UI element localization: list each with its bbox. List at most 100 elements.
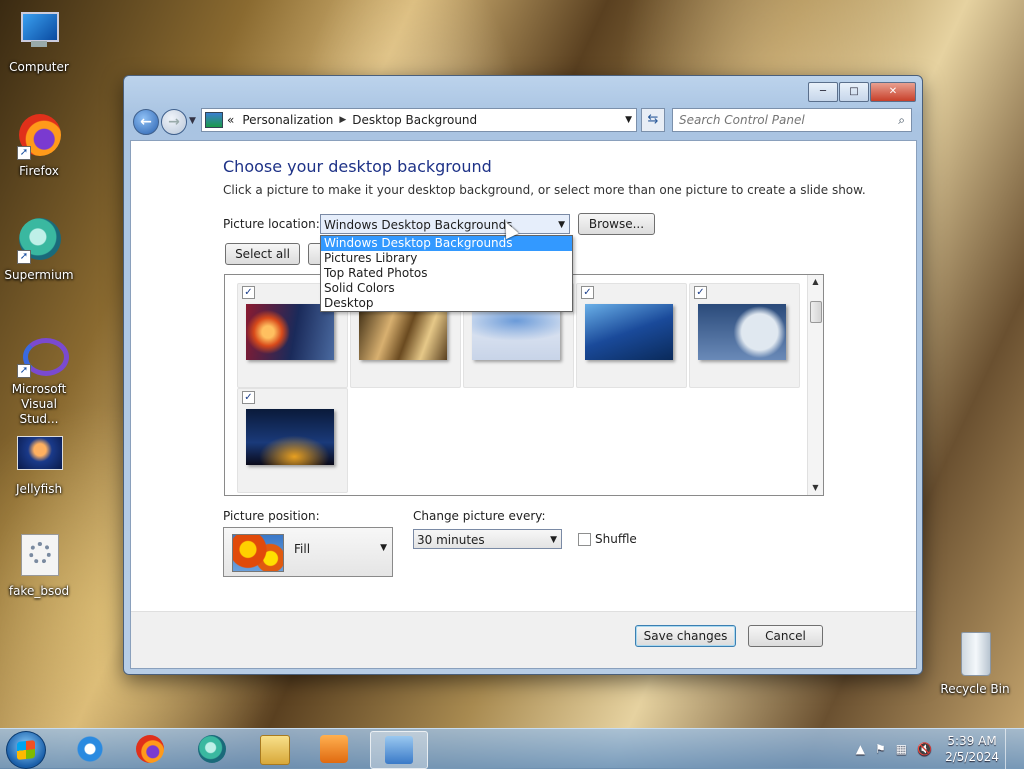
dialog-footer: Save changes Cancel (131, 611, 916, 668)
dropdown-option[interactable]: Windows Desktop Backgrounds (321, 236, 572, 251)
taskbar-media-player[interactable] (306, 731, 362, 767)
address-dropdown-icon[interactable]: ▼ (625, 115, 632, 125)
chevron-down-icon: ▼ (558, 220, 565, 230)
taskbar-control-panel[interactable] (370, 731, 428, 769)
picture-location-select[interactable]: Windows Desktop Backgrounds ▼ (320, 214, 570, 234)
thumbnail-checkbox[interactable]: ✓ (694, 286, 707, 299)
select-all-button[interactable]: Select all (225, 243, 300, 265)
media-player-icon (320, 735, 348, 763)
recycle-bin-icon (951, 630, 999, 678)
dropdown-option[interactable]: Solid Colors (321, 281, 572, 296)
action-center-flag-icon[interactable]: ⚑ (875, 742, 886, 756)
taskbar-supermium[interactable] (184, 731, 240, 767)
breadcrumb-desktop-background[interactable]: Desktop Background (352, 113, 477, 127)
navigation-bar: ← → ▼ « Personalization ▶ Desktop Backgr… (131, 106, 915, 136)
desktop-icon-label: Microsoft Visual Stud... (11, 382, 67, 426)
dropdown-option[interactable]: Pictures Library (321, 251, 572, 266)
change-picture-label: Change picture every: (413, 509, 546, 523)
refresh-button[interactable]: ⇆ (641, 108, 665, 132)
cancel-button[interactable]: Cancel (748, 625, 823, 647)
wallpaper-image (246, 409, 334, 465)
back-button[interactable]: ← (133, 109, 159, 135)
control-panel-icon (385, 736, 413, 764)
volume-muted-icon[interactable]: 🔇 (917, 742, 932, 756)
picture-position-value: Fill (294, 542, 311, 556)
thumbnail-checkbox[interactable]: ✓ (581, 286, 594, 299)
shuffle-label: Shuffle (595, 532, 637, 546)
shortcut-arrow-icon: ➚ (17, 364, 31, 378)
thumbnail-checkbox[interactable]: ✓ (242, 286, 255, 299)
checkbox-box[interactable] (578, 532, 591, 546)
change-picture-value: 30 minutes (417, 533, 485, 547)
show-hidden-icons-icon[interactable]: ▲ (856, 742, 865, 756)
taskbar-file-explorer[interactable] (246, 731, 302, 767)
taskbar: ▲ ⚑ ▦ 🔇 5:39 AM 2/5/2024 (0, 728, 1024, 769)
desktop-icon-visual-studio[interactable]: ➚ Microsoft Visual Stud... (1, 330, 77, 427)
picture-location-value: Windows Desktop Backgrounds (324, 218, 513, 232)
change-picture-select[interactable]: 30 minutes ▼ (413, 529, 562, 549)
shortcut-arrow-icon: ➚ (17, 250, 31, 264)
address-bar[interactable]: « Personalization ▶ Desktop Background ▼ (201, 108, 637, 132)
forward-button[interactable]: → (161, 109, 187, 135)
desktop-icon-computer[interactable]: Computer (1, 8, 77, 75)
picture-position-select[interactable]: Fill ▼ (223, 527, 393, 577)
scroll-down-icon[interactable]: ▼ (808, 481, 823, 495)
content-pane: Choose your desktop background Click a p… (130, 140, 917, 669)
wallpaper-image (585, 304, 673, 360)
wallpaper-thumbnail[interactable]: ✓ (576, 283, 687, 388)
page-instructions: Click a picture to make it your desktop … (223, 183, 866, 197)
close-button[interactable]: ✕ (870, 82, 916, 102)
taskbar-internet-explorer[interactable] (62, 731, 118, 767)
supermium-icon: ➚ (15, 216, 63, 264)
jellyfish-image-icon (15, 430, 63, 478)
desktop-icon-fake-bsod[interactable]: fake_bsod (1, 532, 77, 599)
scrollbar-thumb[interactable] (810, 301, 822, 323)
shortcut-arrow-icon: ➚ (17, 146, 31, 160)
save-changes-button[interactable]: Save changes (635, 625, 736, 647)
title-buttons: ─ □ ✕ (807, 82, 916, 102)
desktop-icon-firefox[interactable]: ➚ Firefox (1, 112, 77, 179)
shuffle-checkbox[interactable]: Shuffle (578, 532, 637, 546)
firefox-icon (136, 735, 164, 763)
dropdown-option[interactable]: Desktop (321, 296, 572, 311)
search-box[interactable]: ⌕ (672, 108, 912, 132)
vertical-scrollbar[interactable]: ▲ ▼ (807, 275, 823, 495)
recent-pages-dropdown-icon[interactable]: ▼ (189, 116, 196, 126)
picture-location-dropdown: Windows Desktop Backgrounds Pictures Lib… (320, 235, 573, 312)
chevron-down-icon: ▼ (380, 543, 387, 553)
clock[interactable]: 5:39 AM 2/5/2024 (945, 733, 999, 765)
chevron-down-icon: ▼ (550, 535, 557, 545)
control-panel-icon (205, 112, 223, 128)
minimize-button[interactable]: ─ (808, 82, 838, 102)
browse-button[interactable]: Browse... (578, 213, 655, 235)
desktop-icon-label: Supermium (4, 268, 74, 282)
system-tray: ▲ ⚑ ▦ 🔇 5:39 AM 2/5/2024 (851, 729, 1016, 769)
desktop-icon-supermium[interactable]: ➚ Supermium (1, 216, 77, 283)
picture-position-label: Picture position: (223, 509, 320, 523)
supermium-icon (198, 735, 226, 763)
desktop-icon-label: Computer (9, 60, 69, 74)
start-button[interactable] (6, 731, 46, 769)
maximize-button[interactable]: □ (839, 82, 869, 102)
dropdown-option[interactable]: Top Rated Photos (321, 266, 572, 281)
clock-date: 2/5/2024 (945, 750, 999, 764)
desktop-icon-label: Firefox (19, 164, 59, 178)
desktop-icon-jellyfish[interactable]: Jellyfish (1, 430, 77, 497)
show-desktop-button[interactable] (1005, 729, 1016, 769)
thumbnail-checkbox[interactable]: ✓ (242, 391, 255, 404)
search-input[interactable] (673, 112, 881, 128)
desktop-icon-recycle-bin[interactable]: Recycle Bin (937, 630, 1013, 697)
breadcrumb-separator-icon[interactable]: ▶ (339, 115, 346, 125)
taskbar-firefox[interactable] (122, 731, 178, 767)
wallpaper-thumbnail[interactable]: ✓ (689, 283, 800, 388)
network-icon[interactable]: ▦ (896, 742, 907, 756)
breadcrumb-personalization[interactable]: Personalization (242, 113, 333, 127)
breadcrumb-overflow[interactable]: « (227, 113, 234, 127)
clock-time: 5:39 AM (947, 734, 997, 748)
desktop-icon-label: fake_bsod (8, 584, 70, 598)
wallpaper-image (359, 304, 447, 360)
search-icon[interactable]: ⌕ (898, 113, 905, 128)
wallpaper-thumbnail[interactable]: ✓ (237, 388, 348, 493)
scroll-up-icon[interactable]: ▲ (808, 275, 823, 289)
file-explorer-icon (260, 735, 290, 765)
